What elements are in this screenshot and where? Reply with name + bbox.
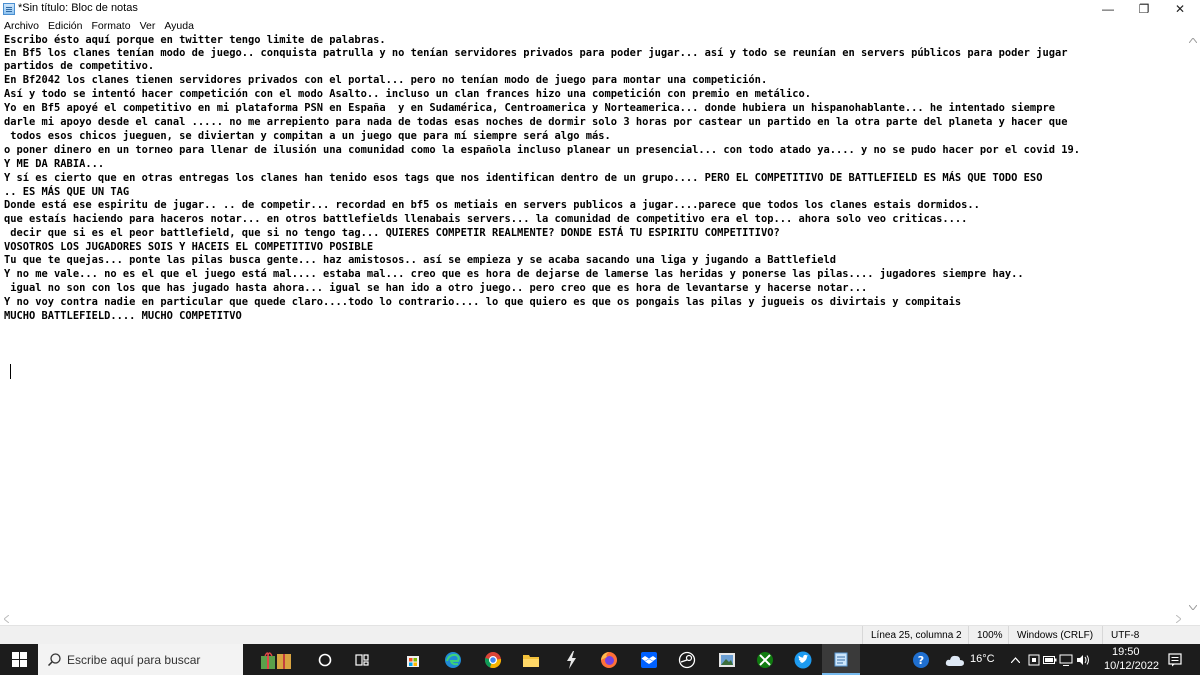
- editor-line: En Bf2042 los clanes tienen servidores p…: [4, 74, 768, 86]
- editor-line: En Bf5 los clanes tenían modo de juego..…: [4, 47, 1068, 59]
- menu-formato[interactable]: Formato: [91, 20, 130, 32]
- editor-line: Donde está ese espiritu de jugar.. .. de…: [4, 199, 980, 211]
- menu-bar: Archivo Edición Formato Ver Ayuda: [0, 18, 1200, 34]
- scroll-up-icon[interactable]: [1186, 34, 1200, 46]
- editor-line: Y no me vale... no es el que el juego es…: [4, 268, 1024, 280]
- search-icon: [47, 653, 61, 671]
- weather-temperature[interactable]: 16°C: [970, 653, 995, 665]
- chrome-icon[interactable]: [474, 644, 512, 675]
- clock-date[interactable]: 10/12/2022: [1104, 660, 1159, 672]
- scroll-left-icon[interactable]: [0, 613, 12, 625]
- tray-app-icon[interactable]: [1026, 644, 1042, 675]
- notepad-taskbar-icon[interactable]: [822, 644, 860, 675]
- title-bar: *Sin título: Bloc de notas — ❐ ✕: [0, 0, 1200, 18]
- network-icon[interactable]: [1058, 644, 1074, 675]
- firefox-icon[interactable]: [590, 644, 628, 675]
- dropbox-icon[interactable]: [630, 644, 668, 675]
- editor-line: que estaís haciendo para haceros notar..…: [4, 213, 968, 225]
- file-explorer-icon[interactable]: [512, 644, 550, 675]
- cortana-icon[interactable]: [306, 644, 344, 675]
- maximize-button[interactable]: ❐: [1126, 0, 1162, 18]
- scroll-right-icon[interactable]: [1172, 613, 1184, 625]
- scrollbar-corner: [1186, 613, 1200, 625]
- editor-line: darle mi apoyo desde el canal ..... no m…: [4, 116, 1068, 128]
- status-zoom: 100%: [968, 626, 1008, 645]
- horizontal-scrollbar[interactable]: [0, 613, 1186, 625]
- taskbar-search[interactable]: Escribe aquí para buscar: [38, 644, 243, 675]
- edge-icon[interactable]: [434, 644, 472, 675]
- editor-line: MUCHO BATTLEFIELD.... MUCHO COMPETITVO: [4, 310, 242, 322]
- editor-line: Yo en Bf5 apoyé el competitivo en mi pla…: [4, 102, 1055, 114]
- editor-line: Y ME DA RABIA...: [4, 158, 105, 170]
- svg-text:?: ?: [918, 654, 924, 667]
- search-placeholder: Escribe aquí para buscar: [67, 652, 201, 667]
- task-view-icon[interactable]: [344, 644, 382, 675]
- status-encoding: UTF-8: [1102, 626, 1200, 645]
- photos-icon[interactable]: [708, 644, 746, 675]
- vertical-scrollbar[interactable]: [1186, 34, 1200, 613]
- gift-box-icon[interactable]: [252, 644, 302, 675]
- editor-line: .. ES MÁS QUE UN TAG: [4, 186, 130, 198]
- menu-ver[interactable]: Ver: [140, 20, 156, 32]
- menu-ayuda[interactable]: Ayuda: [164, 20, 194, 32]
- editor-line: Escribo ésto aquí porque en twitter teng…: [4, 34, 386, 46]
- editor-line: Y sí es cierto que en otras entregas los…: [4, 172, 1043, 184]
- clock-time[interactable]: 19:50: [1112, 646, 1140, 658]
- text-caret: [10, 364, 11, 379]
- help-icon[interactable]: ?: [906, 644, 936, 675]
- winamp-bolt-icon[interactable]: [552, 644, 590, 675]
- volume-icon[interactable]: [1074, 644, 1092, 675]
- windows-start-icon[interactable]: [0, 644, 38, 675]
- window-title: *Sin título: Bloc de notas: [18, 2, 138, 14]
- editor-line: Y no voy contra nadie en particular que …: [4, 296, 962, 308]
- steam-icon[interactable]: [668, 644, 706, 675]
- close-button[interactable]: ✕: [1162, 0, 1198, 18]
- editor-line: Tu que te quejas... ponte las pilas busc…: [4, 254, 837, 266]
- weather-cloud-icon: [940, 644, 970, 675]
- status-line-ending: Windows (CRLF): [1008, 626, 1102, 645]
- taskbar: Escribe aquí para buscar ? 16°C 19:50 10…: [0, 644, 1200, 675]
- battery-icon[interactable]: [1042, 644, 1058, 675]
- menu-edicion[interactable]: Edición: [48, 20, 82, 32]
- editor-line: igual no son con los que has jugado hast…: [4, 282, 868, 294]
- microsoft-store-icon[interactable]: [394, 644, 432, 675]
- editor-line: Así y todo se intentó hacer competición …: [4, 88, 811, 100]
- xbox-icon[interactable]: [746, 644, 784, 675]
- notepad-icon: [3, 3, 15, 15]
- menu-archivo[interactable]: Archivo: [4, 20, 39, 32]
- editor-line: decir que si es el peor battlefield, que…: [4, 227, 780, 239]
- twitter-icon[interactable]: [784, 644, 822, 675]
- minimize-button[interactable]: —: [1090, 0, 1126, 18]
- editor-line: todos esos chicos jueguen, se diviertan …: [4, 130, 611, 142]
- editor-line: partidos de competitivo.: [4, 60, 155, 72]
- status-bar: Línea 25, columna 2 100% Windows (CRLF) …: [0, 625, 1200, 645]
- editor-line: VOSOTROS LOS JUGADORES SOIS Y HACEIS EL …: [4, 241, 374, 253]
- chevron-up-icon[interactable]: [1008, 644, 1022, 675]
- text-editor[interactable]: Escribo ésto aquí porque en twitter teng…: [0, 34, 1186, 613]
- editor-line: o poner dinero en un torneo para llenar …: [4, 144, 1080, 156]
- notifications-icon[interactable]: [1162, 644, 1188, 675]
- scroll-down-icon[interactable]: [1186, 601, 1200, 613]
- status-position: Línea 25, columna 2: [862, 626, 968, 645]
